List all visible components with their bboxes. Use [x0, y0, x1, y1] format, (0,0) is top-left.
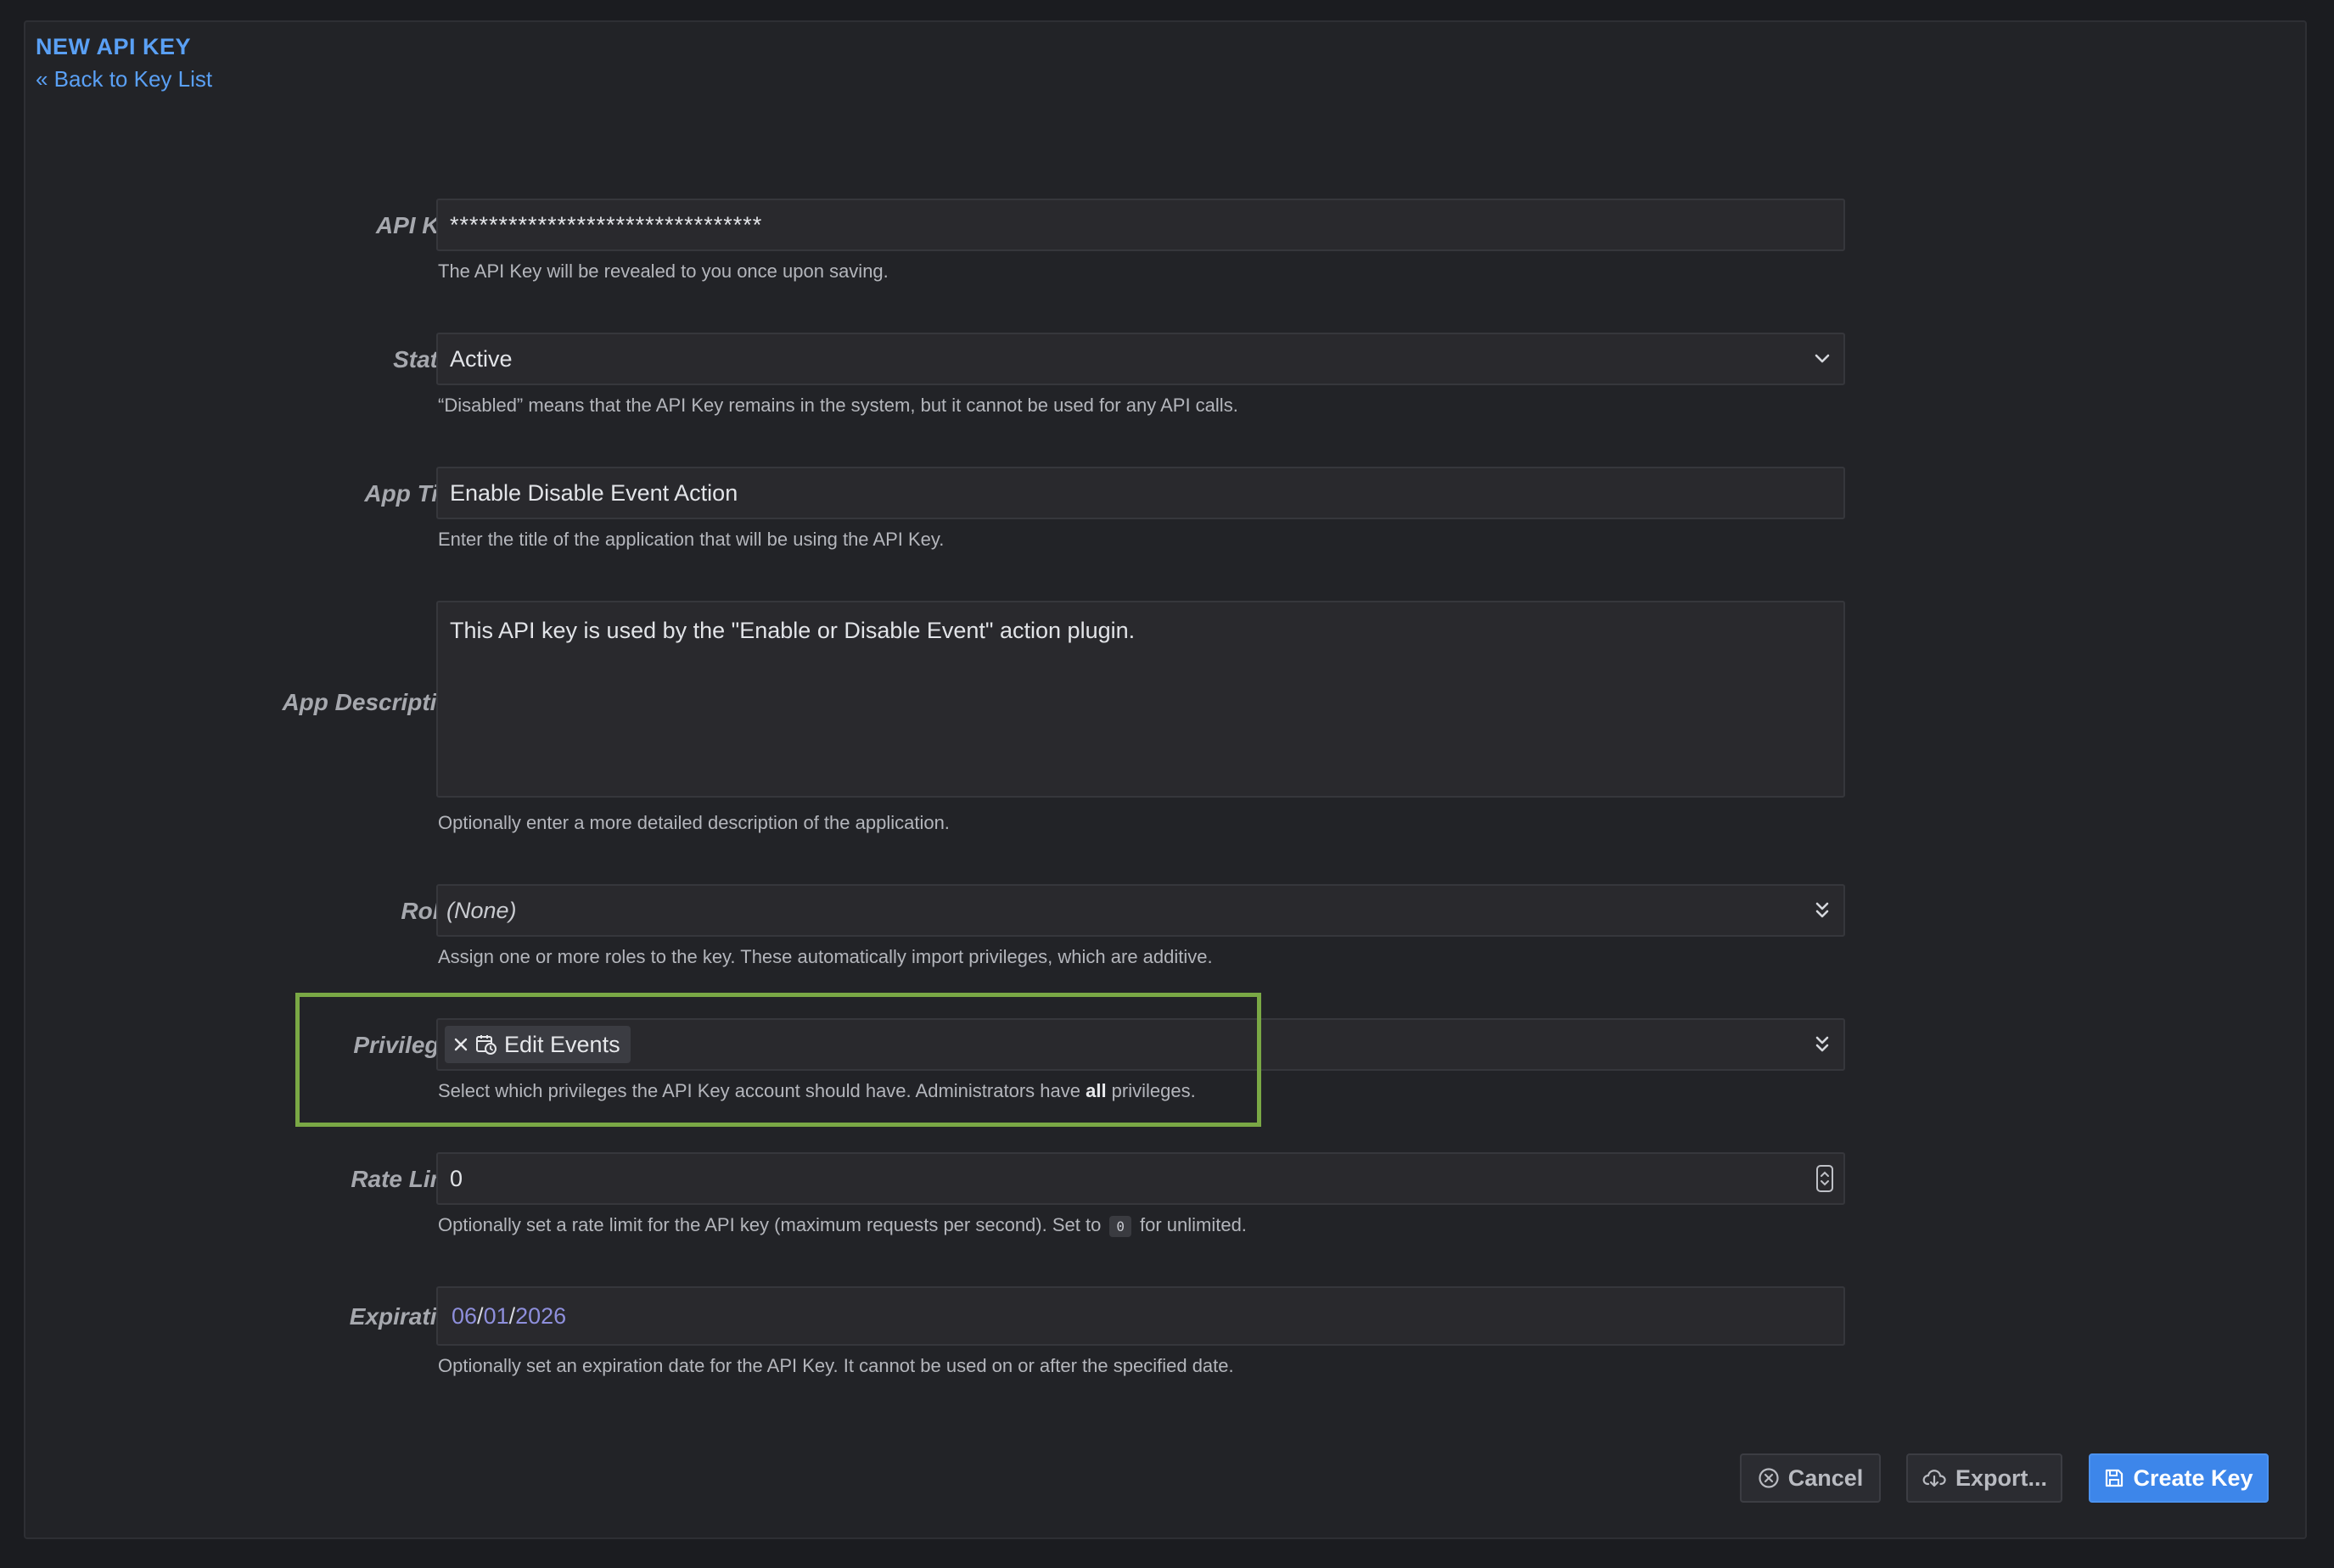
expiration-day[interactable]: 01: [484, 1303, 509, 1330]
chevron-down-icon: [1813, 347, 1832, 371]
rate-limit-code: 0: [1109, 1215, 1131, 1237]
roles-value: (None): [446, 897, 517, 923]
privileges-caption-bold: all: [1086, 1080, 1107, 1101]
privileges-caption: Select which privileges the API Key acco…: [438, 1080, 1196, 1102]
rate-limit-value: 0: [450, 1165, 463, 1191]
rate-limit-caption-tail: for unlimited.: [1139, 1214, 1247, 1235]
status-caption: “Disabled” means that the API Key remain…: [438, 395, 1238, 416]
app-description-caption: Optionally enter a more detailed descrip…: [438, 812, 950, 833]
number-spinner-icon[interactable]: [1816, 1165, 1833, 1192]
create-key-button[interactable]: Create Key: [2089, 1453, 2269, 1503]
floppy-disk-icon: [2104, 1468, 2124, 1488]
privilege-chip: Edit Events: [445, 1026, 631, 1063]
roles-multiselect[interactable]: (None): [436, 884, 1845, 937]
app-title-value: Enable Disable Event Action: [450, 479, 738, 506]
expiration-year[interactable]: 2026: [515, 1303, 566, 1330]
api-key-field[interactable]: ********************************: [436, 199, 1845, 251]
calendar-clock-icon: [475, 1033, 497, 1056]
api-key-value: ********************************: [450, 211, 763, 238]
privileges-caption-tail: privileges.: [1106, 1080, 1196, 1101]
privileges-caption-text: Select which privileges the API Key acco…: [438, 1080, 1086, 1101]
rate-limit-caption-text: Optionally set a rate limit for the API …: [438, 1214, 1102, 1235]
double-chevron-down-icon: [1813, 1033, 1832, 1056]
create-key-button-label: Create Key: [2133, 1464, 2253, 1491]
cancel-button-label: Cancel: [1787, 1464, 1864, 1491]
app-title-input[interactable]: Enable Disable Event Action: [436, 467, 1845, 519]
status-value: Active: [450, 345, 513, 372]
app-description-value: This API key is used by the "Enable or D…: [450, 618, 1136, 643]
app-title-caption: Enter the title of the application that …: [438, 529, 945, 550]
app-description-textarea[interactable]: This API key is used by the "Enable or D…: [436, 601, 1845, 798]
back-to-key-list-link[interactable]: « Back to Key List: [36, 66, 212, 92]
double-chevron-down-icon: [1813, 899, 1832, 922]
close-icon[interactable]: [453, 1037, 468, 1052]
date-separator: /: [508, 1302, 516, 1329]
export-button-label: Export...: [1955, 1464, 2047, 1491]
expiration-month[interactable]: 06: [452, 1303, 477, 1330]
export-button[interactable]: Export...: [1906, 1453, 2062, 1503]
cancel-button[interactable]: Cancel: [1740, 1453, 1881, 1503]
roles-caption: Assign one or more roles to the key. The…: [438, 946, 1213, 967]
status-select[interactable]: Active: [436, 333, 1845, 385]
expiration-caption: Optionally set an expiration date for th…: [438, 1355, 1234, 1376]
expiration-date-input[interactable]: 06/01/2026: [436, 1286, 1845, 1346]
rate-limit-caption: Optionally set a rate limit for the API …: [438, 1214, 1247, 1237]
privileges-multiselect[interactable]: Edit Events: [436, 1018, 1845, 1071]
cloud-download-icon: [1922, 1467, 1947, 1489]
date-separator: /: [477, 1302, 484, 1329]
page-title: NEW API KEY: [36, 34, 192, 59]
privilege-chip-label: Edit Events: [504, 1031, 620, 1057]
api-key-caption: The API Key will be revealed to you once…: [438, 260, 889, 282]
circle-x-icon: [1758, 1467, 1780, 1489]
rate-limit-input[interactable]: 0: [436, 1152, 1845, 1205]
